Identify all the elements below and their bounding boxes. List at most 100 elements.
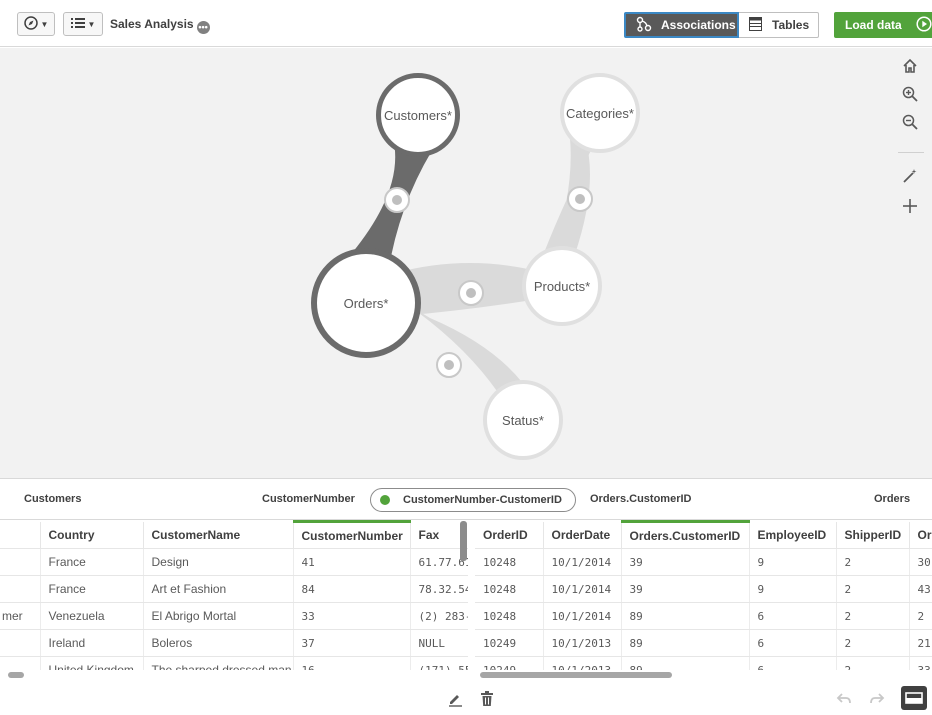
load-data-button[interactable]: Load data <box>834 12 932 38</box>
table-cell: Boleros <box>143 629 294 657</box>
table-cell: 10249 <box>475 629 544 657</box>
column-header-customernumber[interactable]: CustomerNumber <box>293 520 411 549</box>
node-label: Products* <box>533 278 591 294</box>
table-cell: 89 <box>621 629 750 657</box>
table-cell: (171) 55 <box>410 656 468 670</box>
table-cell: United Kingdom <box>40 656 144 670</box>
footer-toolbar <box>0 682 932 715</box>
table-node-orders[interactable]: Orders* <box>311 248 421 358</box>
table-cell: 37 <box>293 629 411 657</box>
table-cell <box>0 629 41 657</box>
link-handle-dot <box>392 195 402 205</box>
app-title-text: Sales Analysis <box>110 17 194 31</box>
table-cell: 89 <box>621 656 750 670</box>
home-icon[interactable] <box>902 58 924 80</box>
preview-panel-icon[interactable] <box>901 686 927 710</box>
column-header-employeeid[interactable]: EmployeeID <box>749 521 837 549</box>
table-cell: 39 <box>621 575 750 603</box>
table-row: 10248 10/1/2014 89 6 2 2 <box>475 602 932 630</box>
table-cell: 10248 <box>475 548 544 576</box>
column-header-country[interactable]: Country <box>40 521 144 549</box>
associations-icon <box>636 16 652 35</box>
table-cell: Venezuela <box>40 602 144 630</box>
table-cell: mer <box>0 602 41 630</box>
delete-icon[interactable] <box>478 690 496 708</box>
table-cell: 30 <box>909 548 932 576</box>
column-header <box>0 521 41 549</box>
orders-preview-table[interactable]: OrderID OrderDate Orders.CustomerID Empl… <box>475 520 932 670</box>
table-cell: France <box>40 575 144 603</box>
table-node-categories[interactable]: Categories* <box>560 73 640 153</box>
table-cell: 6 <box>749 629 837 657</box>
list-icon <box>70 17 85 32</box>
column-header-orderdate[interactable]: OrderDate <box>543 521 622 549</box>
table-cell: 10/1/2013 <box>543 629 622 657</box>
chevron-down-icon: ▼ <box>87 19 96 29</box>
link-handle-dot <box>575 194 585 204</box>
association-pill[interactable]: CustomerNumber-CustomerID <box>370 488 576 512</box>
navigation-menu-button[interactable]: ▼ <box>17 12 55 36</box>
column-header-shipperid[interactable]: ShipperID <box>836 521 910 549</box>
list-menu-button[interactable]: ▼ <box>63 12 103 36</box>
tool-divider <box>898 152 924 153</box>
table-cell: 33 <box>293 602 411 630</box>
horizontal-scrollbar[interactable] <box>8 672 24 678</box>
table-node-status[interactable]: Status* <box>483 380 563 460</box>
undo-icon[interactable] <box>835 690 853 708</box>
table-cell: 10248 <box>475 602 544 630</box>
table-cell <box>0 656 41 670</box>
association-canvas[interactable]: Customers* Categories* Orders* Products*… <box>0 48 932 478</box>
table-row: France Design 41 61.77.61 <box>0 548 468 576</box>
edit-icon[interactable] <box>446 690 464 708</box>
column-header-orders-customerid[interactable]: Orders.CustomerID <box>621 520 750 549</box>
customers-preview-table[interactable]: Country CustomerName CustomerNumber Fax … <box>0 520 468 670</box>
table-cell: 2 <box>836 629 910 657</box>
column-header-customername[interactable]: CustomerName <box>143 521 294 549</box>
table-row: France Art et Fashion 84 78.32.54 <box>0 575 468 603</box>
table-node-products[interactable]: Products* <box>522 246 602 326</box>
add-icon[interactable] <box>902 198 924 220</box>
table-cell: 2 <box>909 602 932 630</box>
horizontal-scrollbar[interactable] <box>480 672 672 678</box>
table-cell: Ireland <box>40 629 144 657</box>
table-cell <box>0 575 41 603</box>
table-cell: 10/1/2014 <box>543 548 622 576</box>
vertical-scrollbar[interactable] <box>460 521 467 561</box>
table-cell: El Abrigo Mortal <box>143 602 294 630</box>
table-cell: 10248 <box>475 575 544 603</box>
table-cell: 6 <box>749 602 837 630</box>
zoom-out-icon[interactable] <box>902 114 924 136</box>
association-name: CustomerNumber-CustomerID <box>403 494 562 506</box>
table-cell: France <box>40 548 144 576</box>
zoom-in-icon[interactable] <box>902 86 924 108</box>
table-header-row: Country CustomerName CustomerNumber Fax <box>0 520 468 549</box>
table-row: 10249 10/1/2013 89 6 2 33 <box>475 656 932 670</box>
table-cell: 6 <box>749 656 837 670</box>
association-links <box>352 138 595 403</box>
table-cell: 21 <box>909 629 932 657</box>
right-field-name: Orders.CustomerID <box>590 493 692 505</box>
table-row: mer Venezuela El Abrigo Mortal 33 (2) 28… <box>0 602 468 630</box>
table-cell: Art et Fashion <box>143 575 294 603</box>
redo-icon[interactable] <box>868 690 886 708</box>
table-header-row: OrderID OrderDate Orders.CustomerID Empl… <box>475 520 932 549</box>
table-cell: 10/1/2013 <box>543 656 622 670</box>
table-cell: 78.32.54 <box>410 575 468 603</box>
column-header-truncated[interactable]: Or <box>909 521 932 549</box>
table-row: 10248 10/1/2014 39 9 2 30 <box>475 548 932 576</box>
node-label: Status* <box>502 412 544 428</box>
column-header-orderid[interactable]: OrderID <box>475 521 544 549</box>
table-cell: 2 <box>836 575 910 603</box>
app-title: Sales Analysis ••• <box>110 17 210 34</box>
table-node-customers[interactable]: Customers* <box>376 73 460 157</box>
toolbar: ▼ ▼ Sales Analysis ••• Associations Table… <box>0 0 932 47</box>
associations-view-button[interactable]: Associations <box>624 12 739 38</box>
tables-view-button[interactable]: Tables <box>739 12 819 38</box>
auto-layout-icon[interactable] <box>902 168 924 190</box>
table-cell: NULL <box>410 629 468 657</box>
table-row: 10248 10/1/2014 39 9 2 43 <box>475 575 932 603</box>
table-cell: 2 <box>836 656 910 670</box>
tables-label: Tables <box>772 18 810 32</box>
association-bar: Customers CustomerNumber CustomerNumber-… <box>0 478 932 520</box>
info-icon[interactable]: ••• <box>196 21 210 34</box>
